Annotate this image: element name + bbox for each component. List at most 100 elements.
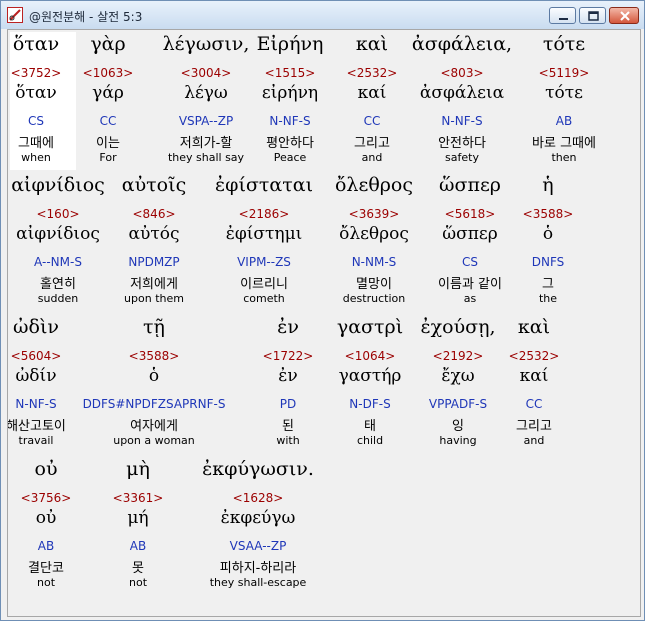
- korean-gloss: 홀연히: [40, 277, 76, 292]
- strong-number: <160>: [36, 207, 80, 221]
- word-greek: ὅταν: [12, 33, 60, 55]
- strong-number: <1515>: [264, 66, 316, 80]
- parsing-code: N-NF-S: [15, 397, 57, 411]
- strong-number: <1628>: [232, 491, 284, 505]
- word-lemma: αἰφνίδιος: [16, 224, 100, 244]
- korean-gloss: 이르리니: [240, 277, 288, 292]
- word-greek: αὐτοῖς: [121, 174, 187, 196]
- english-gloss: not: [128, 576, 148, 589]
- english-gloss: sudden: [37, 292, 79, 305]
- word-greek: ὄλεθρος: [334, 174, 414, 196]
- english-gloss: as: [463, 292, 477, 305]
- word-lemma: ὠδίν: [15, 366, 57, 386]
- parsing-code: N-NM-S: [351, 255, 397, 269]
- word-greek: ἐν: [277, 316, 299, 338]
- strong-number: <3588>: [522, 207, 574, 221]
- word-greek: οὐ: [34, 458, 58, 480]
- word-lemma: αὐτός: [128, 224, 180, 244]
- word-greek: γαστρὶ: [336, 316, 404, 338]
- korean-gloss: 저희에게: [130, 277, 178, 292]
- word-greek: λέγωσιν,: [162, 33, 250, 55]
- parsing-code: AB: [129, 539, 147, 553]
- word-lemma: ἐφίστημι: [225, 224, 303, 244]
- korean-gloss: 피하지-하리라: [219, 561, 297, 576]
- parsing-code: N-NF-S: [269, 114, 311, 128]
- word-lemma: ὁ: [148, 366, 160, 386]
- word-lemma: ἀσφάλεια: [419, 83, 505, 103]
- parsing-code: CC: [363, 114, 381, 128]
- english-gloss: travail: [18, 434, 54, 447]
- parsing-code: N-NF-S: [441, 114, 483, 128]
- word-greek: γὰρ: [90, 33, 126, 55]
- korean-gloss: 저희가-할: [179, 136, 233, 151]
- english-gloss: upon a woman: [113, 434, 195, 447]
- korean-gloss: 그리고: [354, 136, 390, 151]
- word-greek: τῇ: [143, 316, 165, 338]
- word-lemma: μή: [127, 508, 149, 528]
- english-gloss: Peace: [273, 151, 307, 164]
- word-greek: αἰφνίδιος: [11, 174, 105, 196]
- english-gloss: cometh: [243, 292, 285, 305]
- app-icon: [7, 7, 23, 23]
- strong-number: <5119>: [538, 66, 590, 80]
- strong-number: <3004>: [180, 66, 232, 80]
- word-lemma: τότε: [545, 83, 583, 103]
- korean-gloss: 여자에게: [130, 419, 178, 434]
- word-lemma: ὅταν: [15, 83, 57, 103]
- korean-gloss: 평안하다: [266, 136, 314, 151]
- english-gloss: then: [551, 151, 577, 164]
- korean-gloss: 태: [364, 419, 376, 434]
- word-lemma: ἐν: [278, 366, 298, 386]
- strong-number: <2192>: [432, 349, 484, 363]
- word-lemma: ὥσπερ: [442, 224, 498, 244]
- parsing-code: AB: [555, 114, 573, 128]
- korean-gloss: 그때에: [18, 136, 54, 151]
- minimize-button[interactable]: [549, 7, 576, 24]
- parsing-code: A--NM-S: [34, 255, 82, 269]
- english-gloss: and: [361, 151, 383, 164]
- window-title: @원전분해 - 살전 5:3: [29, 10, 143, 24]
- korean-gloss: 멸망이: [356, 277, 392, 292]
- close-button[interactable]: [609, 7, 639, 24]
- strong-number: <2532>: [508, 349, 560, 363]
- word-greek: τότε: [542, 33, 586, 55]
- parsing-code: VSPA--ZP: [178, 114, 234, 128]
- word-greek: Εἰρήνη: [256, 33, 324, 55]
- strong-number: <3639>: [348, 207, 400, 221]
- word-lemma: ὄλεθρος: [339, 224, 409, 244]
- word-greek: ἐφίσταται: [214, 174, 314, 196]
- strong-number: <1722>: [262, 349, 314, 363]
- english-gloss: upon them: [124, 292, 184, 305]
- korean-gloss: 그: [542, 277, 554, 292]
- korean-gloss: 안전하다: [438, 136, 486, 151]
- word-lemma: ἔχω: [441, 366, 475, 386]
- word-lemma: γαστήρ: [338, 366, 402, 386]
- english-gloss: with: [276, 434, 300, 447]
- word-greek: καὶ: [517, 316, 551, 338]
- english-gloss: destruction: [342, 292, 406, 305]
- english-gloss: not: [36, 576, 56, 589]
- korean-gloss: 이는: [96, 136, 120, 151]
- strong-number: <3756>: [20, 491, 72, 505]
- word-greek: ἐχούσῃ,: [420, 316, 496, 338]
- parsing-code: DNFS: [531, 255, 565, 269]
- app-window: @원전분해 - 살전 5:3 ὅταν <3752> ὅταν CS 그때에 when γὰ…: [0, 0, 645, 621]
- korean-gloss: 잉: [452, 419, 464, 434]
- parsing-code: AB: [37, 539, 55, 553]
- parsing-code: VIPM--ZS: [237, 255, 291, 269]
- minimize-icon: [559, 18, 568, 20]
- close-icon: [620, 11, 630, 21]
- maximize-button[interactable]: [579, 7, 606, 24]
- parsing-code: DDFS#NPDFZSAPRNF-S: [82, 397, 226, 411]
- korean-gloss: 결단코: [28, 561, 64, 576]
- word-greek: ἡ: [542, 174, 554, 196]
- title-bar[interactable]: @원전분해 - 살전 5:3: [1, 1, 644, 29]
- korean-gloss: 이름과 같이: [438, 277, 502, 292]
- word-greek: ἀσφάλεια,: [411, 33, 513, 55]
- strong-number: <1064>: [344, 349, 396, 363]
- word-greek: ὠδὶν: [13, 316, 59, 338]
- word-lemma: εἰρήνη: [261, 83, 319, 103]
- maximize-icon: [588, 11, 599, 21]
- interlinear-panel: ὅταν <3752> ὅταν CS 그때에 when γὰρ <1063> γάρ CC 이는 F…: [7, 29, 641, 617]
- strong-number: <803>: [440, 66, 484, 80]
